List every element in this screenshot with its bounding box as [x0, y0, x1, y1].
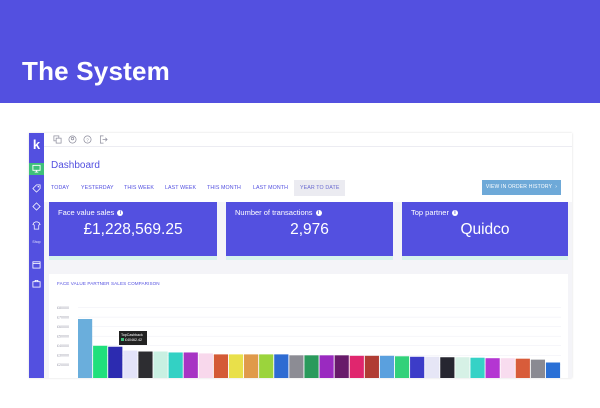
tags-icon [32, 202, 41, 211]
briefcase-icon [32, 279, 41, 288]
chart-bar[interactable] [198, 353, 213, 378]
tooltip-swatch [121, 338, 124, 341]
calendar-icon [32, 261, 41, 269]
tab-last-week[interactable]: LAST WEEK [165, 180, 196, 196]
y-tick-label: £70000 [57, 315, 69, 319]
view-order-history-label: VIEW IN ORDER HISTORY [485, 184, 553, 190]
sidebar-item-tags[interactable] [29, 201, 44, 213]
card-underline [49, 256, 217, 260]
y-tick-label: £50000 [57, 334, 69, 338]
topbar: ? [44, 133, 572, 147]
chart-bar[interactable] [228, 354, 244, 378]
sidebar-item-shirt[interactable] [29, 220, 44, 232]
card-label: Face value sales [58, 208, 115, 217]
card-underline [402, 256, 568, 260]
card-value: 2,976 [290, 221, 329, 238]
banner: The System [0, 0, 600, 103]
chart-bar[interactable] [425, 356, 440, 378]
shirt-icon [32, 221, 41, 230]
card-face-value-sales: Face value sales i £1,228,569.25 [49, 202, 217, 260]
chart-plot: £80000 £70000 £60000 £50000 £40000 £30000 £200… [57, 306, 561, 379]
sidebar: k Shop [29, 133, 44, 378]
logo: k [32, 137, 41, 152]
card-value: Quidco [460, 221, 510, 238]
chart-bar[interactable] [319, 355, 334, 378]
chart-tooltip: TopCashback £40462.42 [119, 331, 147, 345]
chart-bar[interactable] [530, 359, 546, 378]
chart-bar[interactable] [410, 356, 425, 378]
y-tick-label: £40000 [57, 344, 69, 348]
partner-sales-chart: FACE VALUE PARTNER SALES COMPARISON £800… [49, 274, 568, 378]
info-icon: i [315, 210, 322, 216]
tab-year-to-date[interactable]: YEAR TO DATE [294, 180, 346, 196]
monitor-icon [32, 164, 41, 173]
view-order-history-button[interactable]: VIEW IN ORDER HISTORY › [482, 180, 561, 195]
chart-bar[interactable] [289, 355, 304, 378]
tab-yesterday[interactable]: YESTERDAY [81, 180, 114, 196]
copy-icon[interactable] [53, 135, 62, 144]
help-icon[interactable]: ? [83, 135, 92, 144]
tooltip-name: TopCashback [121, 333, 143, 337]
y-tick-label: £30000 [57, 354, 69, 358]
chart-bar[interactable] [259, 354, 274, 378]
card-label: Number of transactions [235, 208, 313, 217]
chart-bar[interactable] [394, 356, 410, 378]
sidebar-item-calendar[interactable] [29, 259, 44, 271]
chart-bar[interactable] [244, 354, 259, 378]
logout-icon[interactable] [99, 135, 108, 144]
card-underline [226, 256, 393, 260]
chart-bar[interactable] [500, 358, 515, 378]
chart-bar[interactable] [108, 346, 123, 378]
chart-bar[interactable] [379, 355, 395, 378]
sidebar-item-tag[interactable] [29, 183, 44, 195]
chart-bar[interactable] [274, 354, 289, 378]
chart-bar[interactable] [304, 355, 319, 378]
chart-bar[interactable] [93, 345, 108, 378]
chart-bar[interactable] [168, 352, 183, 378]
tab-this-week[interactable]: THIS WEEK [124, 180, 154, 196]
chart-bar[interactable] [440, 357, 455, 378]
chart-bar[interactable] [470, 357, 485, 378]
card-top-partner: Top partner i Quidco [402, 202, 568, 260]
chart-bar[interactable] [455, 357, 470, 378]
user-icon[interactable] [68, 135, 77, 144]
chart-bar[interactable] [485, 358, 500, 378]
tag-icon [32, 184, 41, 193]
chart-bar[interactable] [349, 355, 364, 378]
app-window: k Shop ? Dashboard TODAY YESTERDAY THIS … [29, 133, 572, 378]
info-icon: i [451, 210, 458, 216]
card-number-of-transactions: Number of transactions i 2,976 [226, 202, 393, 260]
sidebar-item-briefcase[interactable] [29, 278, 44, 290]
chart-bar[interactable] [153, 351, 168, 378]
chart-bar[interactable] [545, 362, 561, 379]
chart-bar[interactable] [78, 319, 93, 378]
info-icon: i [117, 210, 124, 216]
y-tick-label: £80000 [57, 306, 69, 310]
tab-last-month[interactable]: LAST MONTH [253, 180, 288, 196]
chart-bar[interactable] [138, 351, 153, 378]
chart-bar[interactable] [123, 350, 138, 378]
chart-bar[interactable] [364, 355, 379, 378]
sidebar-label-shop: Shop [32, 240, 41, 244]
chevron-right-icon: › [553, 184, 558, 190]
sidebar-item-dashboard[interactable] [29, 163, 44, 175]
tab-this-month[interactable]: THIS MONTH [207, 180, 241, 196]
y-tick-label: £60000 [57, 325, 69, 329]
chart-bar[interactable] [183, 352, 198, 378]
tooltip-value: £40462.42 [125, 338, 142, 342]
page-title: Dashboard [51, 160, 100, 171]
y-tick-label: £20000 [57, 363, 69, 367]
tab-today[interactable]: TODAY [51, 180, 69, 196]
banner-title: The System [22, 56, 170, 86]
svg-text:?: ? [86, 137, 89, 142]
card-label: Top partner [411, 208, 449, 217]
chart-bar[interactable] [515, 358, 530, 378]
chart-bar[interactable] [213, 354, 229, 378]
card-value: £1,228,569.25 [83, 221, 183, 238]
chart-bar[interactable] [334, 355, 349, 378]
